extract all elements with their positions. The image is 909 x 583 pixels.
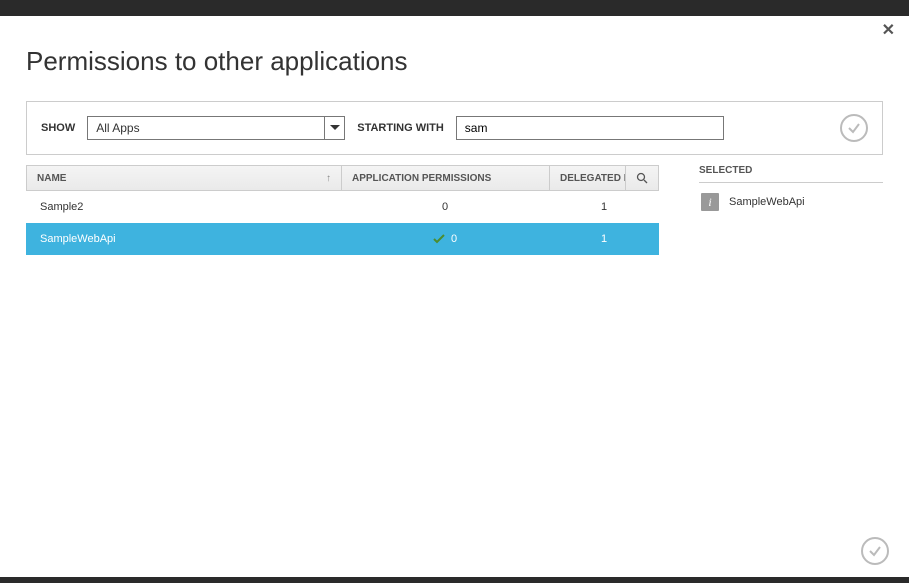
cell-delegated-permissions: 1 (549, 233, 659, 245)
page-confirm-button[interactable] (861, 537, 889, 565)
selected-item-label: SampleWebApi (729, 196, 805, 208)
cell-name: SampleWebApi (26, 233, 341, 245)
cell-app-permissions: 0 (341, 201, 549, 213)
column-app-permissions[interactable]: APPLICATION PERMISSIONS (342, 166, 550, 190)
results-table: NAME ↑ APPLICATION PERMISSIONS DELEGATED… (26, 165, 659, 255)
window-bottom-bar (0, 577, 909, 583)
cell-app-permissions: 0 (341, 233, 549, 245)
check-icon (868, 544, 882, 558)
selected-header: SELECTED (699, 165, 883, 183)
selected-item[interactable]: i SampleWebApi (699, 183, 883, 221)
column-name[interactable]: NAME ↑ (27, 166, 342, 190)
window-top-bar (0, 0, 909, 16)
show-select-value: All Apps (88, 121, 324, 135)
table-row[interactable]: Sample201 (26, 191, 659, 223)
column-search[interactable] (626, 166, 658, 190)
show-select[interactable]: All Apps (87, 116, 345, 140)
check-icon (847, 121, 861, 135)
starting-with-input[interactable] (456, 116, 724, 140)
starting-with-label: STARTING WITH (357, 122, 444, 134)
close-icon[interactable]: ✕ (882, 20, 895, 40)
filter-bar: SHOW All Apps STARTING WITH (26, 101, 883, 155)
page-title: Permissions to other applications (26, 46, 883, 77)
show-label: SHOW (41, 122, 75, 134)
app-info-icon: i (701, 193, 719, 211)
chevron-down-icon (324, 117, 344, 139)
cell-name: Sample2 (26, 201, 341, 213)
check-icon (433, 234, 445, 244)
column-delegated-permissions[interactable]: DELEGATED P... (550, 166, 626, 190)
filter-confirm-button[interactable] (840, 114, 868, 142)
sort-asc-icon: ↑ (326, 173, 331, 184)
selected-panel: SELECTED i SampleWebApi (699, 165, 883, 255)
table-row[interactable]: SampleWebApi01 (26, 223, 659, 255)
cell-delegated-permissions: 1 (549, 201, 659, 213)
search-icon (636, 172, 648, 184)
table-header: NAME ↑ APPLICATION PERMISSIONS DELEGATED… (26, 165, 659, 191)
